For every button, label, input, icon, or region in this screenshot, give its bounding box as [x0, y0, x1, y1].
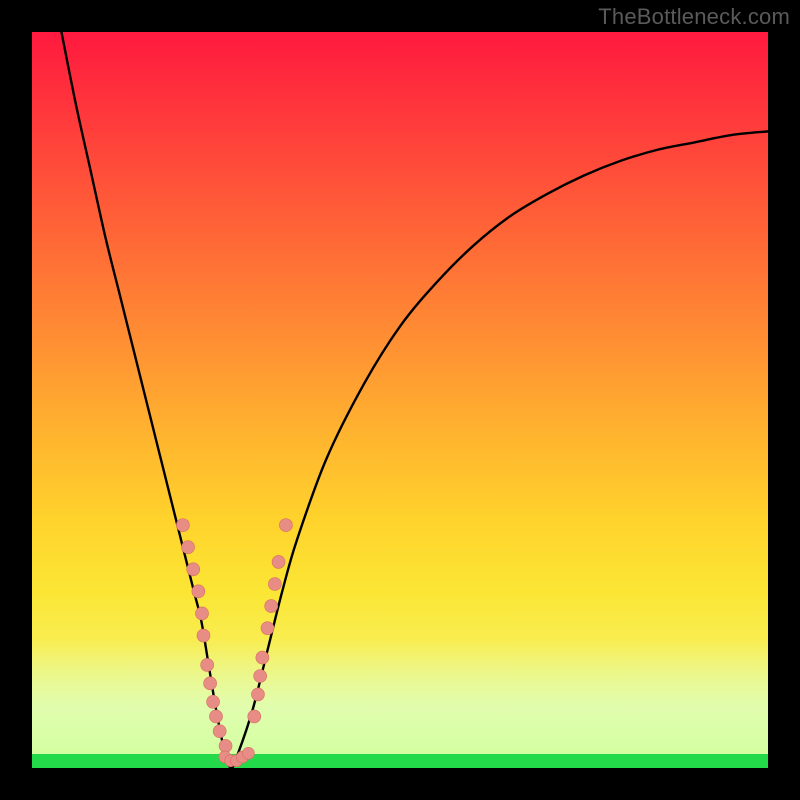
chart-frame: TheBottleneck.com: [0, 0, 800, 800]
curve-marker: [197, 629, 210, 642]
bottleneck-curve: [61, 32, 768, 768]
curve-marker: [213, 725, 226, 738]
curve-marker: [182, 541, 195, 554]
curve-marker: [261, 622, 274, 635]
curve-marker: [196, 607, 209, 620]
curve-marker: [248, 710, 261, 723]
plot-area: [32, 32, 768, 768]
curve-marker: [204, 677, 217, 690]
curve-markers: [176, 519, 292, 767]
curve-marker: [210, 710, 223, 723]
curve-marker: [251, 688, 264, 701]
watermark-text: TheBottleneck.com: [598, 4, 790, 30]
curve-marker: [265, 600, 278, 613]
curve-marker: [176, 519, 189, 532]
curve-layer: [32, 32, 768, 768]
curve-marker: [254, 670, 267, 683]
curve-marker: [272, 555, 285, 568]
curve-marker: [201, 658, 214, 671]
curve-marker: [279, 519, 292, 532]
curve-marker: [187, 563, 200, 576]
curve-marker: [256, 651, 269, 664]
curve-marker: [207, 695, 220, 708]
curve-marker: [242, 747, 254, 759]
curve-marker: [268, 578, 281, 591]
curve-marker: [192, 585, 205, 598]
curve-marker: [219, 739, 232, 752]
